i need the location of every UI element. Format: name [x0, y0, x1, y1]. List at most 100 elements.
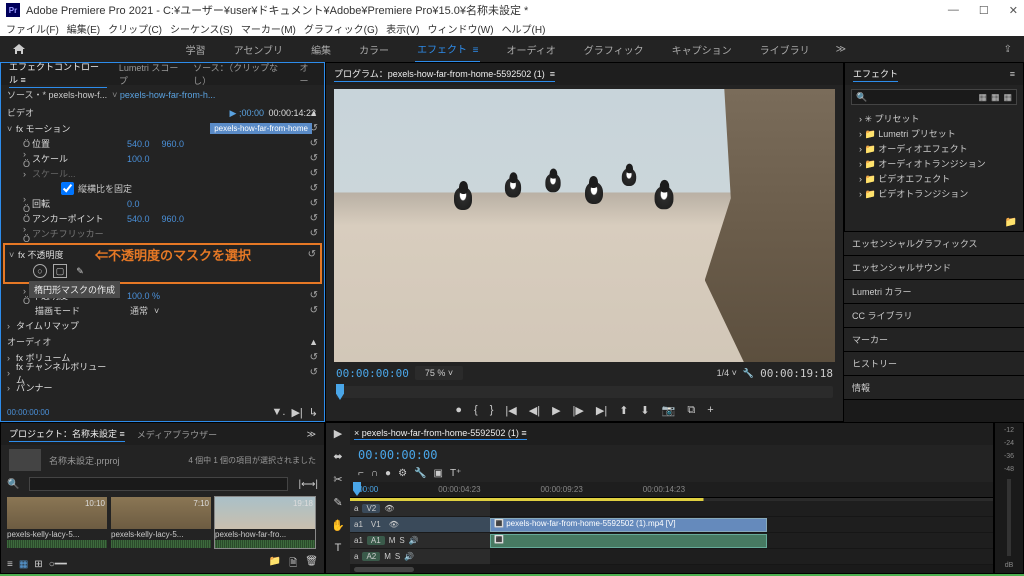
- new-item-icon[interactable]: 🗎: [289, 556, 297, 573]
- value-anchor-x[interactable]: 540.0: [127, 214, 150, 224]
- step-icon[interactable]: ▶|: [291, 406, 302, 419]
- track-a1[interactable]: A1: [367, 536, 385, 545]
- icon-view-icon[interactable]: ▦: [19, 559, 28, 570]
- program-canvas[interactable]: [334, 89, 835, 362]
- project-clip[interactable]: 7:10pexels-kelly-lacy-5...: [111, 497, 211, 548]
- track-v1[interactable]: V1: [367, 520, 385, 529]
- panel-lumetri-color[interactable]: Lumetri カラー: [844, 280, 1024, 304]
- checkbox-uniform-scale[interactable]: [61, 182, 74, 195]
- panel-history[interactable]: ヒストリー: [844, 352, 1024, 376]
- timeline-lanes[interactable]: 🔳 pexels-how-far-from-home-5592502 (1).m…: [490, 501, 993, 565]
- list-view-icon[interactable]: ≡: [7, 559, 13, 570]
- pen-tool[interactable]: ✎: [333, 496, 342, 509]
- new-bin-icon[interactable]: 📁: [269, 556, 281, 573]
- tab-program[interactable]: プログラム：pexels-how-far-from-home-5592502 (…: [334, 67, 555, 82]
- fx-folder[interactable]: › 📁 ビデオエフェクト: [851, 171, 1017, 186]
- menu-item[interactable]: ヘルプ(H): [502, 21, 546, 36]
- menu-item[interactable]: グラフィック(G): [304, 21, 378, 36]
- track-a2[interactable]: A2: [362, 552, 380, 561]
- icon[interactable]: ▦: [978, 92, 987, 103]
- track-v2[interactable]: V2: [362, 504, 380, 513]
- workspace-tab[interactable]: オーディオ: [504, 37, 557, 62]
- mask-rect-button[interactable]: ▢: [53, 264, 67, 278]
- track-select-tool[interactable]: ⬌: [333, 450, 342, 463]
- resolution-dropdown[interactable]: 1/4 ˅: [717, 368, 737, 378]
- zoom-dropdown[interactable]: 75 % ˅: [415, 366, 463, 380]
- timeline-tc[interactable]: 00:00:00:00: [358, 448, 437, 462]
- value-scale[interactable]: 100.0: [127, 154, 150, 164]
- hand-tool[interactable]: ✋: [331, 519, 345, 532]
- close-button[interactable]: ✕: [1009, 4, 1018, 17]
- workspace-tab[interactable]: 編集: [309, 37, 333, 62]
- freeform-icon[interactable]: ⊞: [34, 559, 42, 570]
- value-opacity[interactable]: 100.0 %: [127, 291, 160, 301]
- compare-button[interactable]: ⧉: [687, 404, 695, 417]
- zoom-slider[interactable]: ○━━: [49, 559, 67, 570]
- settings-icon[interactable]: ⚙: [398, 468, 407, 479]
- maximize-button[interactable]: ☐: [979, 4, 989, 17]
- panel-essential-sound[interactable]: エッセンシャルサウンド: [844, 256, 1024, 280]
- value-anchor-y[interactable]: 960.0: [162, 214, 185, 224]
- project-clip[interactable]: 10:10pexels-kelly-lacy-5...: [7, 497, 107, 548]
- fx-folder[interactable]: › 📁 Lumetri プリセット: [851, 126, 1017, 141]
- fx-folder[interactable]: › ✳ プリセット: [851, 111, 1017, 126]
- workspace-tab-active[interactable]: エフェクト ≡: [415, 36, 480, 63]
- mask-pen-button[interactable]: ✎: [73, 264, 87, 278]
- tab-effect-controls[interactable]: エフェクトコントロール ≡: [9, 60, 107, 88]
- fx-folder[interactable]: › 📁 ビデオトランジション: [851, 186, 1017, 201]
- add-marker-button[interactable]: ●: [455, 404, 462, 417]
- value-rotation[interactable]: 0.0: [127, 199, 140, 209]
- mark-out-button[interactable]: }: [490, 404, 494, 417]
- export-frame-button[interactable]: 📷: [662, 404, 676, 417]
- panel-info[interactable]: 情報: [844, 376, 1024, 400]
- link-icon[interactable]: ∩: [371, 468, 378, 479]
- workspace-tab[interactable]: ライブラリ: [758, 37, 812, 62]
- mask-ellipse-button[interactable]: ○: [33, 264, 47, 278]
- step-back-button[interactable]: ◀|: [529, 404, 540, 417]
- icon[interactable]: ▦: [991, 92, 1000, 103]
- workspace-tab[interactable]: 学習: [184, 37, 208, 62]
- workspace-tab[interactable]: キャプション: [670, 37, 734, 62]
- menu-item[interactable]: シーケンス(S): [170, 21, 233, 36]
- go-in-button[interactable]: |◀: [505, 404, 516, 417]
- value-blend[interactable]: 通常: [130, 304, 148, 317]
- sort-icon[interactable]: |⟷|: [298, 479, 318, 490]
- wrench-icon[interactable]: 🔧: [414, 468, 426, 479]
- minimize-button[interactable]: —: [948, 4, 959, 17]
- prop-panner[interactable]: パンナー: [16, 381, 111, 394]
- fx-folder[interactable]: › 📁 オーディオエフェクト: [851, 141, 1017, 156]
- timeline-zoom-scroll[interactable]: [354, 567, 414, 572]
- workspace-tab[interactable]: グラフィック: [582, 37, 646, 62]
- mark-in-button[interactable]: {: [474, 404, 478, 417]
- export-icon[interactable]: ⇪: [1004, 44, 1012, 55]
- menu-item[interactable]: クリップ(C): [108, 21, 162, 36]
- selection-tool[interactable]: ▶: [334, 427, 342, 440]
- trash-icon[interactable]: 🗑: [305, 556, 318, 573]
- menu-item[interactable]: マーカー(M): [241, 21, 296, 36]
- extract-button[interactable]: ⬇: [640, 404, 649, 417]
- icon[interactable]: ▦: [1003, 92, 1012, 103]
- play-button[interactable]: ▶: [552, 404, 560, 417]
- program-mini-timeline[interactable]: [336, 386, 833, 398]
- ec-source-clip[interactable]: pexels-how-far-from-h...: [120, 90, 216, 100]
- tab-lumetri-scopes[interactable]: Lumetri スコープ: [119, 61, 181, 87]
- new-bin-icon[interactable]: 📁: [1005, 217, 1017, 228]
- text-icon[interactable]: T⁺: [450, 468, 461, 479]
- fx-folder[interactable]: › 📁 オーディオトランジション: [851, 156, 1017, 171]
- prop-timeremap[interactable]: タイムリマップ: [16, 319, 111, 332]
- menu-item[interactable]: ファイル(F): [6, 21, 59, 36]
- step-fwd-button[interactable]: |▶: [573, 404, 584, 417]
- tab-source[interactable]: ソース：（クリップなし）: [193, 61, 287, 87]
- menu-item[interactable]: 編集(E): [67, 21, 100, 36]
- cam-icon[interactable]: ▣: [434, 468, 443, 479]
- marker-icon[interactable]: ●: [385, 468, 391, 479]
- settings-icon[interactable]: 🔧: [743, 368, 754, 379]
- menu-item[interactable]: ウィンドウ(W): [427, 21, 493, 36]
- lift-button[interactable]: ⬆: [619, 404, 628, 417]
- panel-cc-libraries[interactable]: CC ライブラリ: [844, 304, 1024, 328]
- tab-more[interactable]: オー: [300, 61, 317, 87]
- filter-icon[interactable]: ▼.: [272, 406, 286, 419]
- panel-markers[interactable]: マーカー: [844, 328, 1024, 352]
- menu-item[interactable]: 表示(V): [386, 21, 419, 36]
- timeline-ruler[interactable]: :00:00 00:00:04:23 00:00:09:23 00:00:14:…: [350, 482, 993, 498]
